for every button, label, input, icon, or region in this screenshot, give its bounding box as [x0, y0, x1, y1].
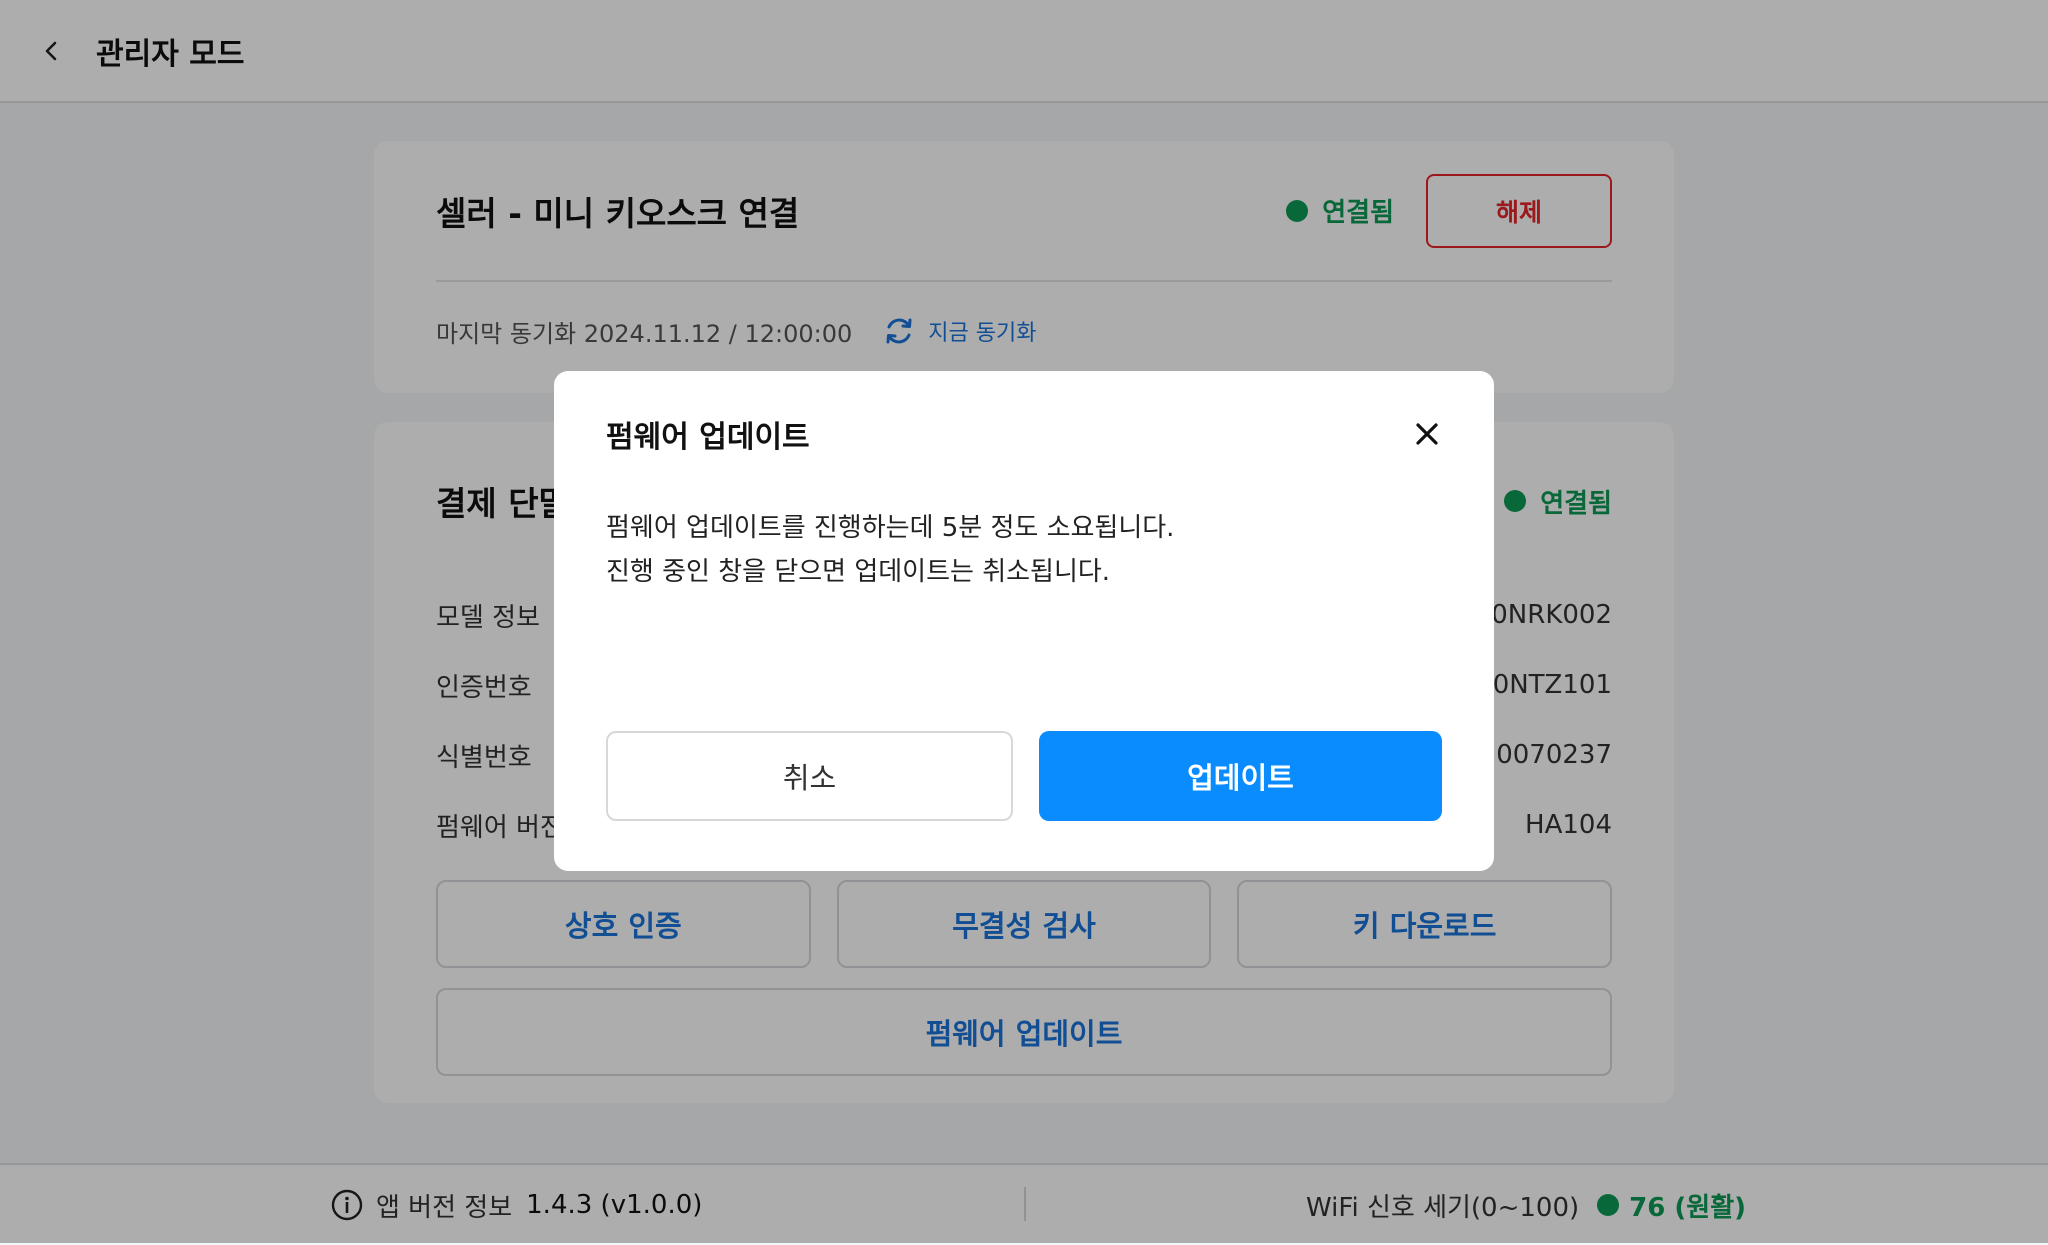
cancel-button[interactable]: 취소: [606, 731, 1013, 821]
admin-page: 관리자 모드 셀러 - 미니 키오스크 연결 연결됨 해제 마지막 동기화 20…: [0, 0, 2048, 1243]
modal-actions: 취소 업데이트: [606, 731, 1442, 821]
modal-message-line-2: 진행 중인 창을 닫으면 업데이트는 취소됩니다.: [606, 557, 1111, 587]
close-icon: [1416, 422, 1438, 445]
close-button[interactable]: [1402, 409, 1452, 459]
modal-message: 펌웨어 업데이트를 진행하는데 5분 정도 소요됩니다. 진행 중인 창을 닫으…: [606, 506, 1442, 594]
modal-message-line-1: 펌웨어 업데이트를 진행하는데 5분 정도 소요됩니다.: [606, 513, 1175, 543]
modal-header: 펌웨어 업데이트: [606, 371, 1442, 496]
modal-title: 펌웨어 업데이트: [606, 419, 810, 455]
update-button[interactable]: 업데이트: [1039, 731, 1442, 821]
firmware-update-modal: 펌웨어 업데이트 펌웨어 업데이트를 진행하는데 5분 정도 소요됩니다. 진행…: [554, 371, 1494, 871]
